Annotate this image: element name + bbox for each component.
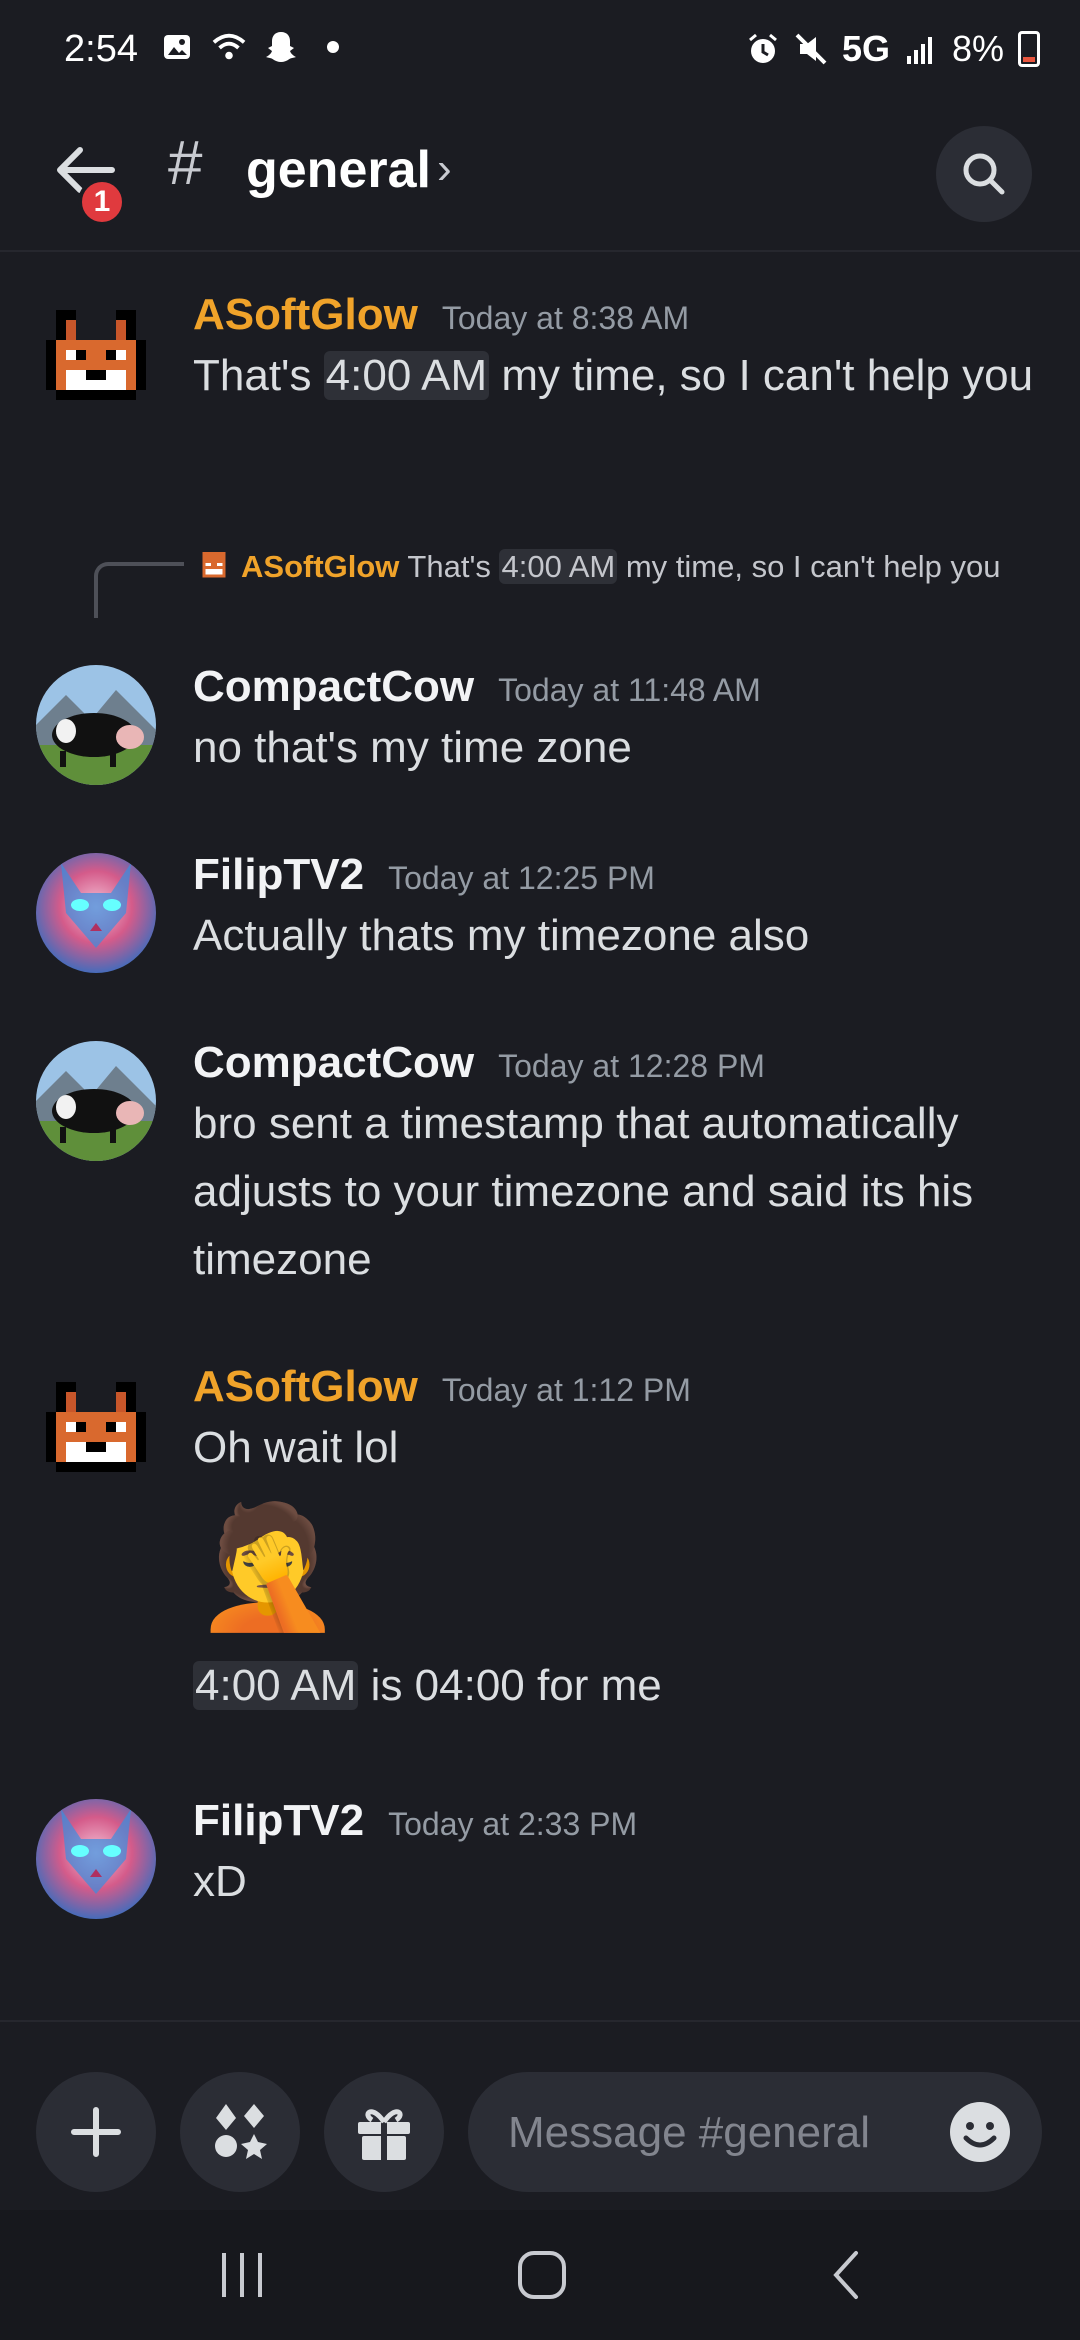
message-timestamp: Today at 2:33 PM	[388, 1806, 638, 1842]
wifi-icon	[212, 30, 246, 64]
mute-icon	[794, 32, 828, 66]
search-icon	[963, 153, 1005, 195]
battery-label: 8%	[951, 28, 1004, 69]
plus-icon	[71, 2107, 121, 2157]
cat-avatar[interactable]	[36, 853, 156, 973]
channel-header: 1 # general ›	[0, 100, 1080, 252]
message-author[interactable]: ASoftGlow Today at 1:12 PM	[193, 1362, 691, 1412]
emoji-button[interactable]	[948, 2100, 1012, 2164]
status-bar: 2:54 5G 8%	[0, 0, 1080, 100]
search-button[interactable]	[936, 126, 1032, 222]
add-attachment-button[interactable]	[36, 2072, 156, 2192]
fox-avatar[interactable]	[36, 1372, 156, 1492]
message-composer: Message #general	[0, 2020, 1080, 2212]
message-author[interactable]: FilipTV2 Today at 2:33 PM	[193, 1796, 637, 1846]
message-timestamp: Today at 12:25 PM	[388, 860, 655, 896]
timestamp-chip[interactable]: 4:00 AM	[193, 1661, 359, 1710]
recent-apps-button[interactable]	[202, 2240, 282, 2310]
facepalm-emoji[interactable]: 🤦	[193, 1492, 1043, 1642]
gift-icon	[358, 2109, 410, 2160]
hash-icon: #	[168, 129, 203, 198]
timestamp-chip[interactable]: 4:00 AM	[323, 351, 490, 400]
fox-avatar[interactable]	[36, 300, 156, 420]
alarm-icon	[746, 32, 780, 66]
message-timestamp: Today at 12:28 PM	[498, 1048, 765, 1084]
gallery-icon	[160, 30, 194, 64]
message-author[interactable]: CompactCow Today at 11:48 AM	[193, 662, 761, 712]
cow-avatar[interactable]	[36, 665, 156, 785]
back-nav-button[interactable]	[808, 2240, 888, 2310]
channel-name[interactable]: general	[246, 140, 431, 200]
message-text: bro sent a timestamp that automatically …	[193, 1099, 974, 1284]
message-author[interactable]: ASoftGlow Today at 8:38 AM	[193, 290, 689, 340]
dot-icon	[316, 30, 350, 64]
smiley-icon	[950, 2102, 1010, 2162]
snapchat-icon	[264, 30, 298, 64]
message-author[interactable]: CompactCow Today at 12:28 PM	[193, 1038, 765, 1088]
message-text: Actually thats my timezone also	[193, 911, 810, 960]
message-text: That's 4:00 AM my time, so I can't help …	[193, 351, 1034, 400]
message-author[interactable]: FilipTV2 Today at 12:25 PM	[193, 850, 655, 900]
message-placeholder: Message #general	[508, 2108, 871, 2157]
message-input[interactable]: Message #general	[468, 2072, 1042, 2192]
notification-badge: 1	[78, 178, 126, 226]
message-timestamp: Today at 8:38 AM	[441, 300, 690, 336]
gift-button[interactable]	[324, 2072, 444, 2192]
signal-icon	[904, 32, 938, 66]
status-right-icons: 5G 8%	[746, 28, 1040, 70]
message-text: 4:00 AM is 04:00 for me	[193, 1661, 662, 1710]
reply-connector	[94, 562, 184, 618]
battery-icon	[1018, 31, 1040, 67]
fox-avatar-small	[202, 551, 226, 578]
status-left-icons	[160, 30, 350, 64]
system-navigation-bar	[0, 2210, 1080, 2340]
apps-icon	[215, 2104, 267, 2159]
message-timestamp: Today at 1:12 PM	[441, 1372, 691, 1408]
home-icon	[518, 2251, 566, 2299]
message-text: xD	[193, 1857, 247, 1906]
cow-avatar[interactable]	[36, 1041, 156, 1161]
message-text: no that's my time zone	[193, 723, 632, 772]
message-list[interactable]: ASoftGlow Today at 8:38 AM That's 4:00 AM…	[0, 252, 1080, 2022]
message-timestamp: Today at 11:48 AM	[498, 672, 761, 708]
apps-button[interactable]	[180, 2072, 300, 2192]
message-text: Oh wait lol	[193, 1423, 399, 1472]
home-button[interactable]	[502, 2240, 582, 2310]
recents-icon	[222, 2253, 262, 2297]
status-time: 2:54	[64, 28, 138, 70]
chevron-right-icon[interactable]: ›	[437, 144, 452, 194]
cat-avatar[interactable]	[36, 1799, 156, 1919]
network-label: 5G	[841, 28, 890, 69]
chevron-left-icon	[833, 2251, 858, 2299]
reply-preview[interactable]: ASoftGlow That's 4:00 AM my time, so I ca…	[193, 542, 1043, 592]
